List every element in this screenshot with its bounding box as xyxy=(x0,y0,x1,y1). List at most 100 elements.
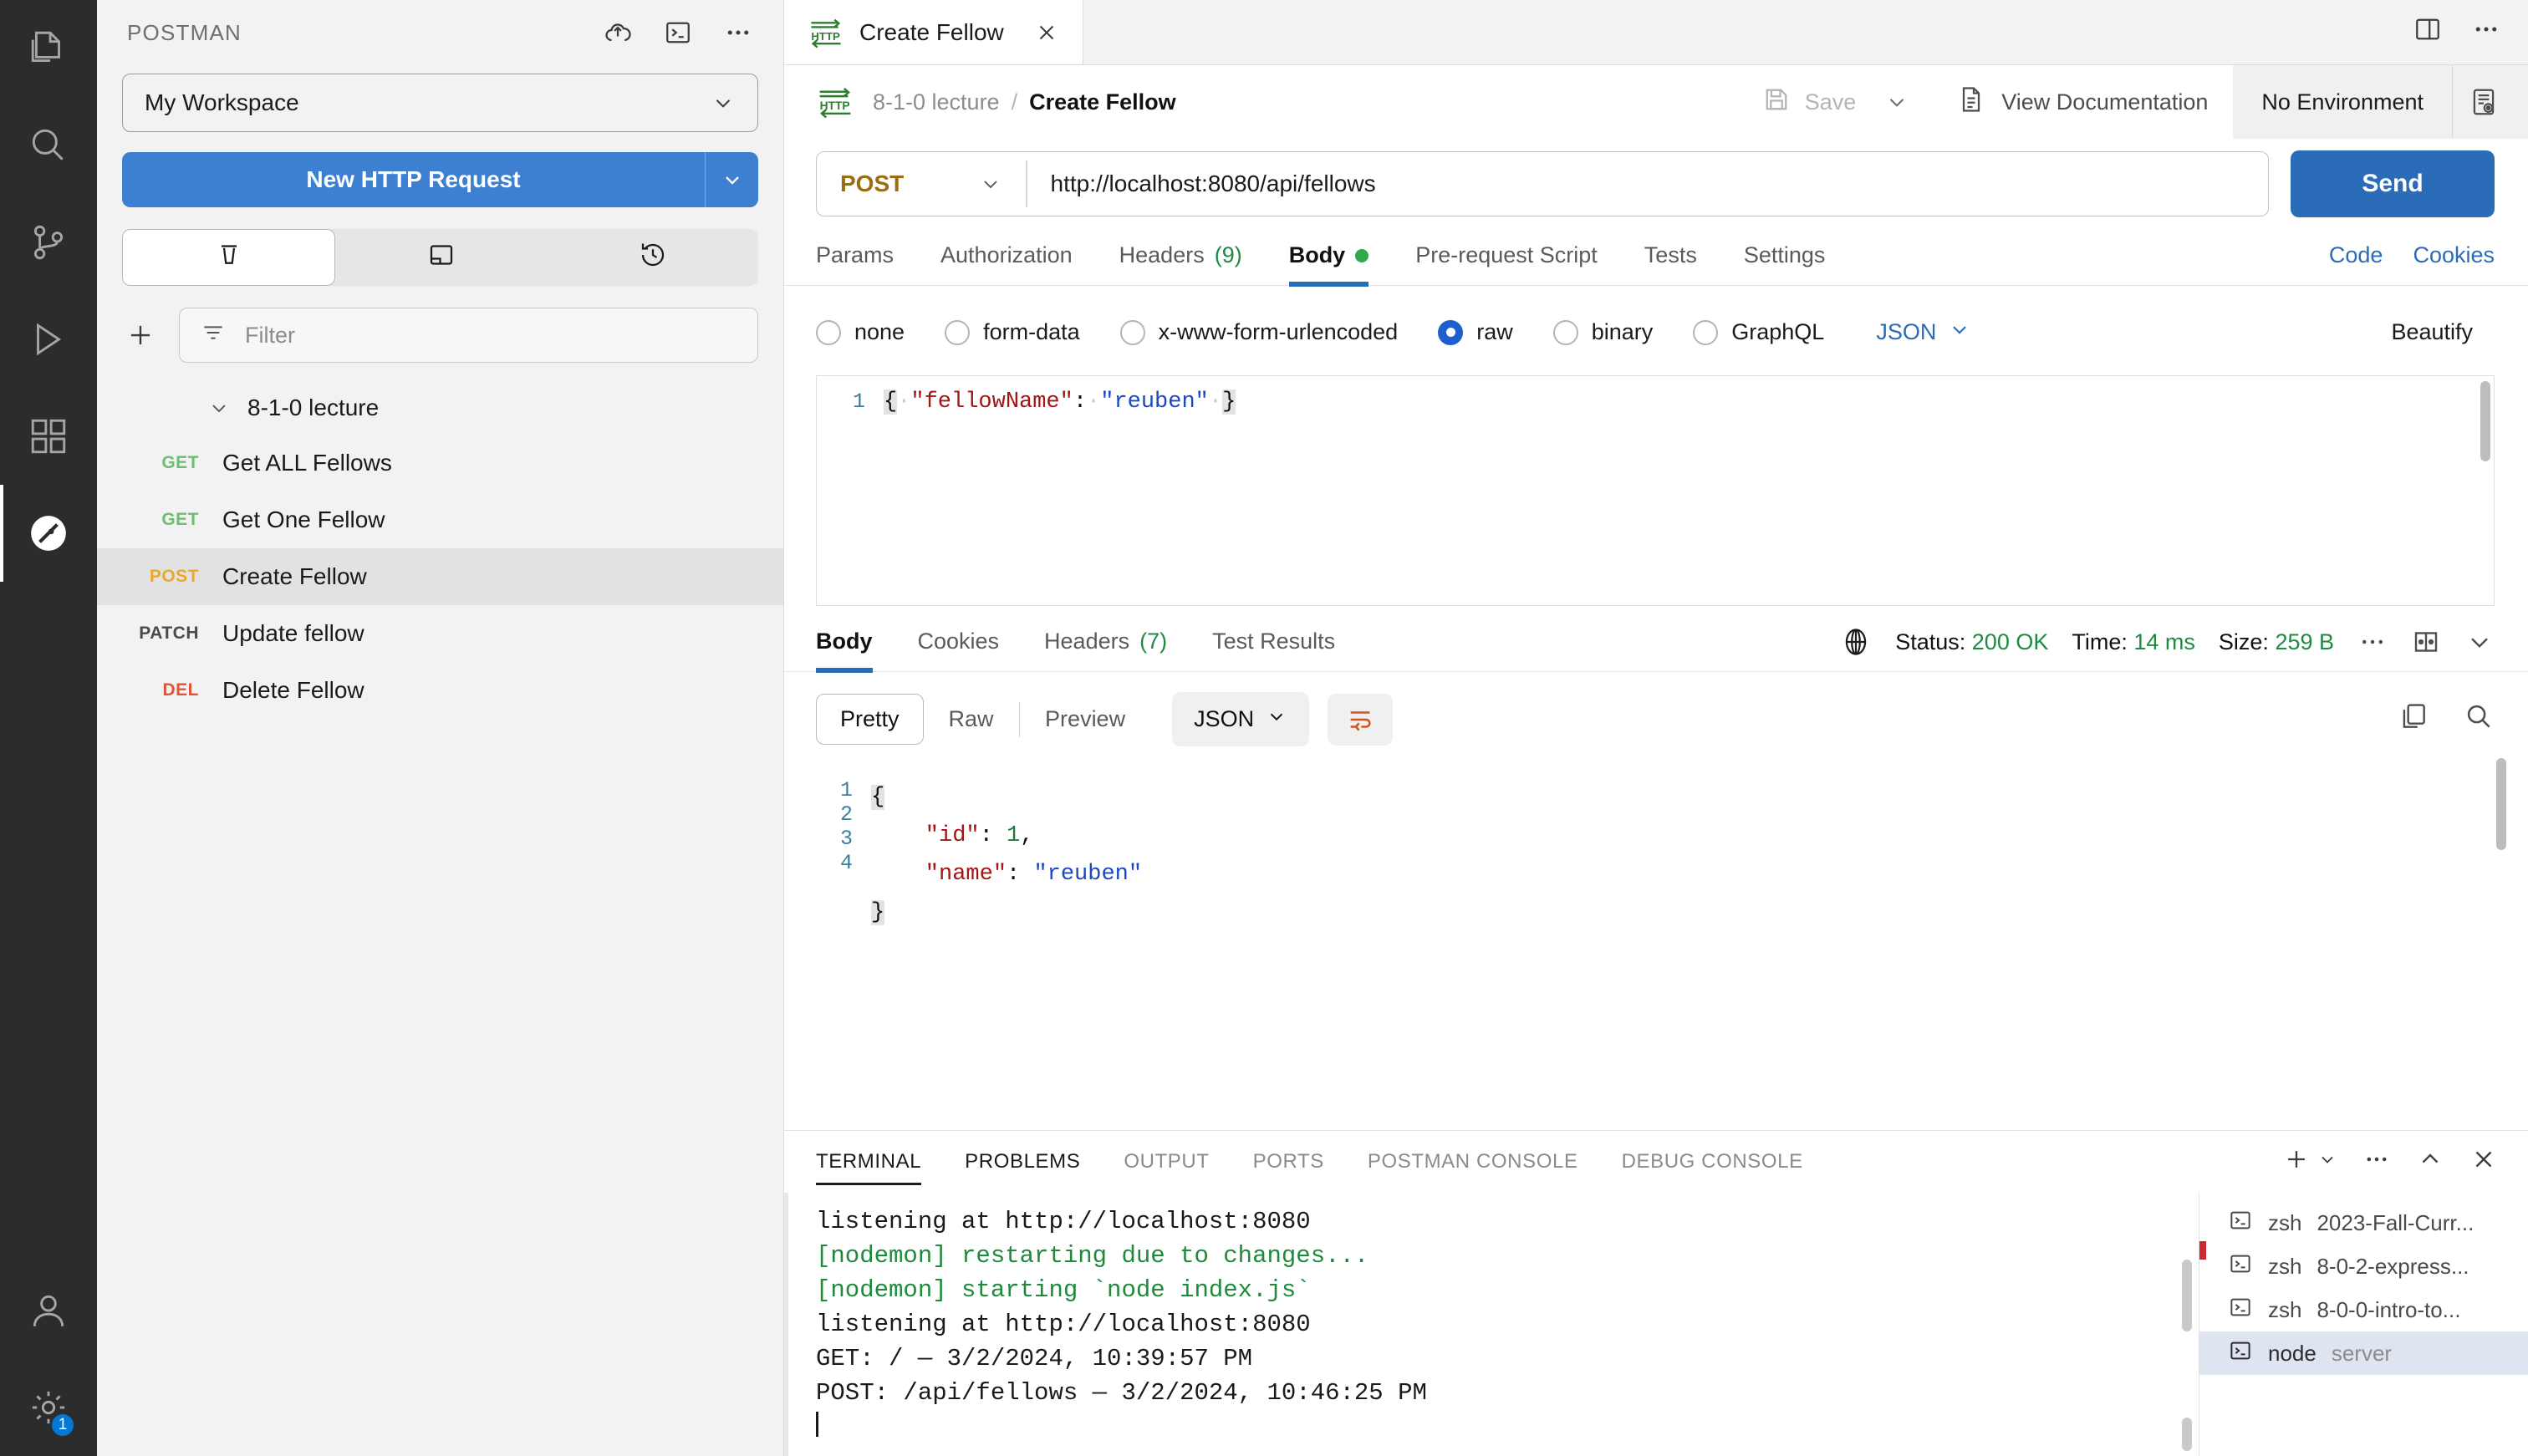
panel-tab-output[interactable]: OUTPUT xyxy=(1124,1138,1209,1185)
response-tab-test-results[interactable]: Test Results xyxy=(1212,629,1335,671)
response-tab-body[interactable]: Body xyxy=(816,629,873,671)
copy-icon[interactable] xyxy=(2398,700,2429,738)
code-link[interactable]: Code xyxy=(2329,242,2383,268)
new-http-request-button[interactable]: New HTTP Request xyxy=(122,152,758,207)
method-selector[interactable]: POST xyxy=(817,152,1026,216)
beautify-button[interactable]: Beautify xyxy=(2369,308,2495,357)
search-icon[interactable] xyxy=(2463,700,2495,738)
source-control-icon[interactable] xyxy=(0,194,97,291)
pretty-button[interactable]: Pretty xyxy=(816,694,924,745)
body-type-raw[interactable]: raw xyxy=(1438,319,1513,345)
terminal-list-item-node-server[interactable]: node server xyxy=(2199,1331,2528,1375)
tab-settings[interactable]: Settings xyxy=(1744,242,1826,285)
panel-tab-postman-console[interactable]: POSTMAN CONSOLE xyxy=(1368,1138,1578,1185)
terminal-scrollbar[interactable] xyxy=(2182,1260,2192,1331)
tab-pre-request-script[interactable]: Pre-request Script xyxy=(1415,242,1598,285)
cookies-link[interactable]: Cookies xyxy=(2413,242,2495,268)
body-type-none[interactable]: none xyxy=(816,319,905,345)
preview-button[interactable]: Preview xyxy=(1020,706,1150,732)
more-options-icon[interactable] xyxy=(2357,627,2388,657)
view-documentation-button[interactable]: View Documentation xyxy=(1931,84,2233,121)
size-value: 259 B xyxy=(2275,629,2334,654)
tab-headers[interactable]: Headers (9) xyxy=(1119,242,1242,285)
add-item-button[interactable] xyxy=(122,317,159,354)
new-terminal-icon[interactable] xyxy=(2282,1145,2311,1179)
body-type-binary[interactable]: binary xyxy=(1553,319,1654,345)
tab-create-fellow[interactable]: HTTP Create Fellow xyxy=(784,0,1083,64)
url-input[interactable]: http://localhost:8080/api/fellows xyxy=(1027,171,1376,197)
body-type-x-www-form-urlencoded[interactable]: x-www-form-urlencoded xyxy=(1120,319,1399,345)
body-type-form-data[interactable]: form-data xyxy=(945,319,1080,345)
more-options-icon[interactable] xyxy=(2362,1145,2391,1179)
close-icon[interactable] xyxy=(1034,20,1059,45)
search-input[interactable]: Filter xyxy=(179,308,758,363)
request-item-delete-fellow[interactable]: DEL Delete Fellow xyxy=(97,662,783,719)
response-scrollbar[interactable] xyxy=(2496,758,2506,850)
environment-quick-look-icon[interactable] xyxy=(2452,65,2528,139)
request-name: Update fellow xyxy=(222,620,364,647)
console-icon[interactable] xyxy=(661,16,695,49)
breadcrumb-folder[interactable]: 8-1-0 lecture xyxy=(873,89,1000,115)
chevron-down-icon[interactable] xyxy=(1866,89,1931,115)
cloud-upload-icon[interactable] xyxy=(601,16,635,49)
collection-folder-8-1-0-lecture[interactable]: 8-1-0 lecture xyxy=(97,381,783,435)
chevron-up-icon[interactable] xyxy=(2416,1145,2444,1179)
explorer-icon[interactable] xyxy=(0,0,97,97)
terminal-list-item[interactable]: zsh 8-0-0-intro-to... xyxy=(2199,1288,2528,1331)
editor-code[interactable]: {·"fellowName":·"reuben"·} xyxy=(877,376,2494,605)
account-icon[interactable] xyxy=(0,1262,97,1359)
panel-tab-terminal[interactable]: TERMINAL xyxy=(816,1138,921,1185)
response-format-selector[interactable]: JSON xyxy=(1172,692,1309,746)
response-tab-headers[interactable]: Headers (7) xyxy=(1044,629,1167,671)
new-request-dropdown[interactable] xyxy=(705,152,758,207)
terminal-list-item[interactable]: zsh 2023-Fall-Curr... xyxy=(2199,1201,2528,1245)
terminal-scroll-thumb[interactable] xyxy=(2182,1418,2192,1451)
split-editor-icon[interactable] xyxy=(2413,14,2443,50)
word-wrap-icon[interactable] xyxy=(1328,694,1393,746)
raw-button[interactable]: Raw xyxy=(924,706,1019,732)
panel-tab-debug-console[interactable]: DEBUG CONSOLE xyxy=(1622,1138,1803,1185)
breadcrumb-separator: / xyxy=(1012,89,1018,115)
body-type-graphql[interactable]: GraphQL xyxy=(1693,319,1824,345)
postman-icon[interactable] xyxy=(0,485,97,582)
terminal-list-item[interactable]: zsh 8-0-2-express... xyxy=(2199,1245,2528,1288)
request-body-editor[interactable]: 1 {·"fellowName":·"reuben"·} xyxy=(816,375,2495,606)
tab-authorization[interactable]: Authorization xyxy=(940,242,1073,285)
tab-body[interactable]: Body xyxy=(1289,242,1369,285)
request-item-get-one-fellow[interactable]: GET Get One Fellow xyxy=(97,491,783,548)
environments-tab[interactable] xyxy=(335,229,547,286)
chevron-down-icon[interactable] xyxy=(207,396,231,420)
request-item-create-fellow[interactable]: POST Create Fellow xyxy=(97,548,783,605)
more-options-icon[interactable] xyxy=(721,16,755,49)
chevron-down-icon[interactable] xyxy=(2317,1149,2337,1175)
workspace-selector[interactable]: My Workspace xyxy=(122,74,758,132)
raw-format-selector[interactable]: JSON xyxy=(1876,318,1971,347)
modified-dot-icon xyxy=(1355,249,1368,262)
save-button[interactable]: Save xyxy=(1751,84,1867,120)
split-pane-icon[interactable] xyxy=(2411,627,2441,657)
run-debug-icon[interactable] xyxy=(0,291,97,388)
tab-params[interactable]: Params xyxy=(816,242,894,285)
terminal-list-sub: server xyxy=(2332,1341,2392,1367)
environment-selector[interactable]: No Environment xyxy=(2233,65,2452,139)
more-options-icon[interactable] xyxy=(2471,14,2501,50)
tab-tests[interactable]: Tests xyxy=(1644,242,1697,285)
request-item-update-fellow[interactable]: PATCH Update fellow xyxy=(97,605,783,662)
panel-tab-problems[interactable]: PROBLEMS xyxy=(965,1138,1080,1185)
response-tab-cookies[interactable]: Cookies xyxy=(918,629,1000,671)
method-label: POST xyxy=(840,171,904,197)
terminal-output[interactable]: listening at http://localhost:8080 [node… xyxy=(784,1193,2199,1456)
settings-gear-icon[interactable]: 1 xyxy=(0,1359,97,1456)
close-icon[interactable] xyxy=(2469,1145,2498,1179)
panel-tab-ports[interactable]: PORTS xyxy=(1253,1138,1324,1185)
panel-body: listening at http://localhost:8080 [node… xyxy=(784,1193,2528,1456)
editor-scrollbar[interactable] xyxy=(2480,381,2490,461)
request-item-get-all-fellows[interactable]: GET Get ALL Fellows xyxy=(97,435,783,491)
extensions-icon[interactable] xyxy=(0,388,97,485)
chevron-down-icon[interactable] xyxy=(2464,627,2495,657)
send-button[interactable]: Send xyxy=(2291,150,2495,217)
history-tab[interactable] xyxy=(547,229,758,286)
response-code[interactable]: { "id": 1, "name": "reuben" } xyxy=(864,765,2528,989)
collections-tab[interactable] xyxy=(122,229,335,286)
search-icon[interactable] xyxy=(0,97,97,194)
